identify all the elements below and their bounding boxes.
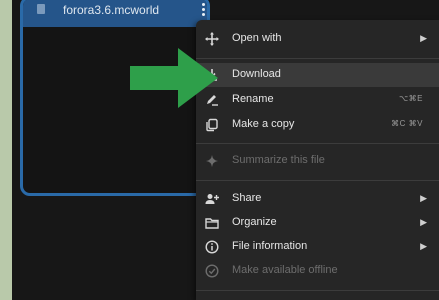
sparkle-icon [204,153,220,169]
pointer-arrow-icon [130,48,218,108]
menu-item-make-a-copy[interactable]: Make a copy ⌘C ⌘V [196,113,439,137]
menu-item-label: Open with [232,32,282,44]
chevron-right-icon: ▶ [420,217,427,227]
copy-icon [204,117,220,133]
offline-icon [204,263,220,279]
chevron-right-icon: ▶ [420,241,427,251]
menu-item-make-available-offline: Make available offline [196,259,439,283]
more-actions-icon[interactable] [195,3,211,17]
menu-item-shortcut: ⌘C ⌘V [391,119,423,128]
menu-item-open-with[interactable]: Open with ▶ [196,27,439,51]
file-type-icon [37,4,45,14]
menu-item-label: Make available offline [232,264,338,276]
folder-icon [204,215,220,231]
menu-item-organize[interactable]: Organize ▶ [196,211,439,235]
file-name: forora3.6.mcworld [63,3,160,17]
menu-item-label: File information [232,240,308,252]
chevron-right-icon: ▶ [420,33,427,43]
menu-item-label: Organize [232,216,277,228]
divider [196,180,439,181]
divider [196,290,439,291]
menu-item-share[interactable]: Share ▶ [196,187,439,211]
divider [196,58,439,59]
menu-item-rename[interactable]: Rename ⌥⌘E [196,88,439,112]
menu-item-label: Summarize this file [232,154,325,166]
menu-item-file-information[interactable]: File information ▶ [196,235,439,259]
menu-item-label: Download [232,68,281,80]
file-card-header: forora3.6.mcworld [23,0,207,27]
chevron-right-icon: ▶ [420,193,427,203]
open-with-icon [204,31,220,47]
menu-item-label: Rename [232,93,274,105]
menu-item-shortcut: ⌥⌘E [398,94,423,103]
share-icon [204,191,220,207]
menu-item-label: Share [232,192,262,204]
menu-item-summarize: Summarize this file [196,149,439,173]
menu-item-download[interactable]: Download [196,63,439,87]
app-window: forora3.6.mcworld Open with ▶ Download R… [12,0,439,300]
menu-item-label: Make a copy [232,118,295,130]
info-icon [204,239,220,255]
context-menu: Open with ▶ Download Rename ⌥⌘E Make a c… [196,20,439,300]
divider [196,143,439,144]
